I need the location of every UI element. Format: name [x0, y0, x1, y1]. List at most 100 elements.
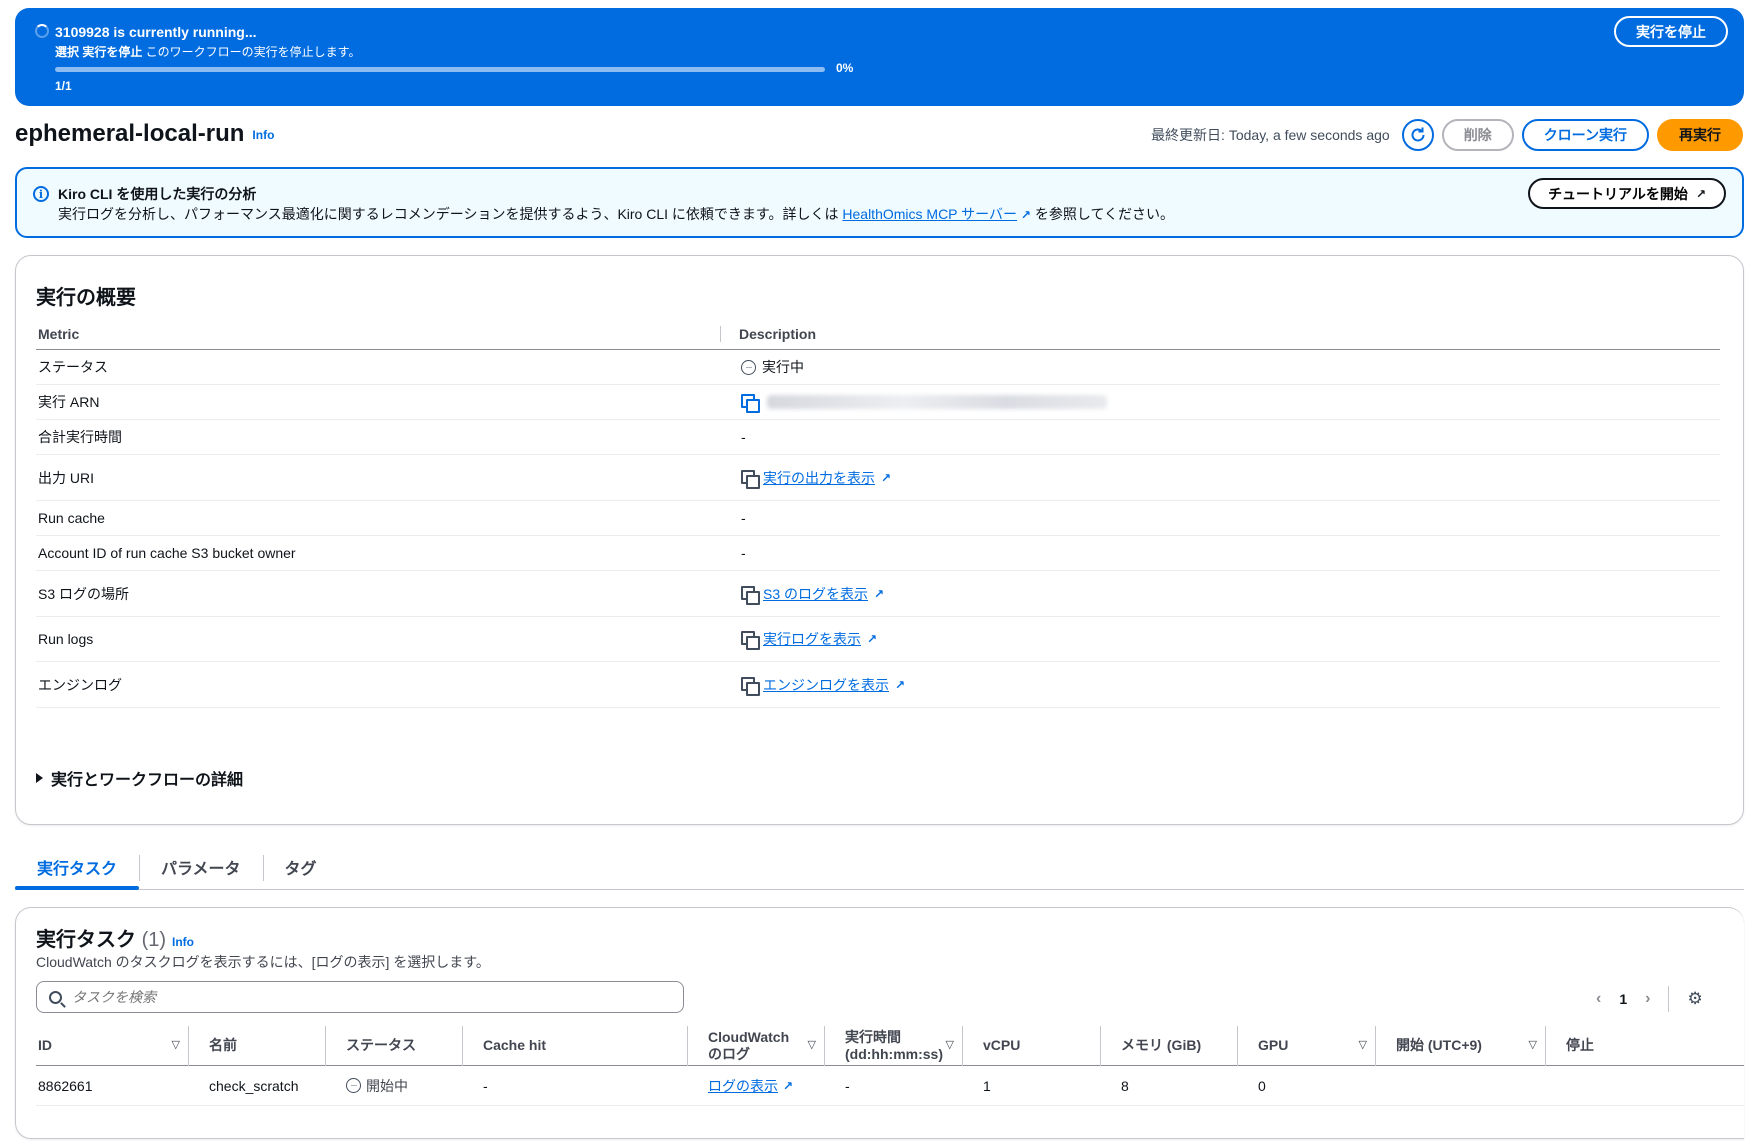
external-link-icon: ↗	[1020, 208, 1031, 222]
page-number[interactable]: 1	[1619, 991, 1627, 1007]
tab-tags[interactable]: タグ	[262, 847, 339, 887]
col-cache-hit: Cache hit	[463, 1025, 688, 1066]
kiro-info-alert: i Kiro CLI を使用した実行の分析 実行ログを分析し、パフォーマンス最適…	[15, 167, 1744, 238]
row-value: 実行の出力を表示 ↗	[741, 468, 891, 489]
expander-label: 実行とワークフローの詳細	[51, 772, 244, 789]
cell-duration: -	[845, 1077, 850, 1094]
row-run-logs: Run logs 実行ログを表示 ↗	[36, 617, 1720, 662]
row-status: ステータス ··· 実行中	[36, 350, 1720, 385]
col-metric: Metric	[36, 325, 721, 342]
gear-icon[interactable]: ⚙	[1687, 989, 1702, 1009]
col-gpu[interactable]: GPU ▽	[1238, 1025, 1376, 1066]
redacted-arn	[767, 395, 1107, 409]
spinner-icon	[35, 24, 49, 38]
alert-title: Kiro CLI を使用した実行の分析	[58, 186, 257, 202]
copy-icon[interactable]	[741, 676, 760, 696]
row-key: 出力 URI	[38, 469, 94, 486]
overview-title: 実行の概要	[36, 287, 136, 309]
refresh-button[interactable]	[1401, 119, 1434, 151]
external-link-icon: ↗	[783, 1078, 794, 1093]
row-value: -	[741, 429, 746, 445]
row-value: -	[741, 510, 746, 526]
external-link-icon: ↗	[867, 632, 878, 646]
progress-bar	[55, 67, 825, 72]
run-overview-container: 実行の概要 Metric Description ステータス ··· 実行中 実行…	[15, 255, 1744, 825]
row-s3-log-location: S3 ログの場所 S3 のログを表示 ↗	[36, 571, 1720, 617]
sort-down-icon: ▽	[171, 1039, 180, 1051]
tasks-table: ID ▽ 名前 ステータス Cache hit CloudWatch のログ ▽ 実…	[36, 1025, 1744, 1106]
row-value: エンジンログを表示 ↗	[741, 675, 905, 696]
row-output-uri: 出力 URI 実行の出力を表示 ↗	[36, 455, 1720, 501]
tab-parameters[interactable]: パラメータ	[139, 847, 263, 887]
sort-down-icon: ▽	[1528, 1039, 1537, 1051]
pending-icon: ···	[346, 1078, 361, 1093]
col-name: 名前	[189, 1025, 326, 1066]
copy-icon[interactable]	[741, 585, 760, 605]
status-text: 実行中	[762, 359, 804, 375]
row-run-arn: 実行 ARN	[36, 385, 1720, 420]
view-run-logs-link[interactable]: 実行ログを表示	[763, 629, 861, 649]
cell-gpu: 0	[1258, 1077, 1266, 1094]
sort-down-icon: ▽	[807, 1039, 816, 1051]
delete-button[interactable]: 削除	[1441, 119, 1514, 151]
copy-icon[interactable]	[741, 631, 760, 650]
refresh-icon	[1411, 127, 1425, 142]
start-tutorial-button[interactable]: チュートリアルを開始 ↗	[1528, 178, 1726, 209]
page-title: ephemeral-local-run Info	[15, 120, 274, 148]
title-info-link[interactable]: Info	[252, 128, 274, 142]
cell-status-text: 開始中	[366, 1077, 408, 1094]
view-engine-logs-link[interactable]: エンジンログを表示	[763, 675, 889, 695]
task-search-input[interactable]	[72, 989, 632, 1005]
row-key: ステータス	[38, 359, 108, 375]
tasks-info-link[interactable]: Info	[172, 935, 194, 949]
run-workflow-details-expander[interactable]: 実行とワークフローの詳細	[36, 766, 243, 790]
cell-vcpu: 1	[983, 1077, 991, 1094]
tab-run-tasks[interactable]: 実行タスク	[15, 847, 140, 890]
cell-name: check_scratch	[209, 1077, 299, 1094]
chevron-right-icon[interactable]: ›	[1645, 990, 1650, 1008]
stop-run-button[interactable]: 実行を停止	[1614, 16, 1728, 47]
overview-header-row: Metric Description	[36, 318, 1720, 350]
row-value: ··· 実行中	[741, 357, 804, 377]
tasks-description: CloudWatch のタスクログを表示するには、[ログの表示] を選択します。	[36, 954, 490, 970]
search-icon	[49, 990, 62, 1004]
col-duration[interactable]: 実行時間 (dd:hh:mm:ss) ▽	[825, 1025, 963, 1066]
col-vcpu: vCPU	[963, 1025, 1101, 1066]
pager-divider	[1668, 986, 1670, 1012]
view-task-logs-link[interactable]: ログの表示	[708, 1076, 778, 1096]
chevron-left-icon[interactable]: ‹	[1596, 990, 1601, 1008]
col-status: ステータス	[326, 1025, 463, 1066]
running-flashbar: 3109928 is currently running... 選択 実行を停止…	[15, 8, 1744, 106]
view-s3-logs-link[interactable]: S3 のログを表示	[763, 584, 868, 604]
rerun-button[interactable]: 再実行	[1657, 119, 1743, 151]
row-value	[741, 394, 1107, 413]
col-id[interactable]: ID ▽	[36, 1025, 189, 1066]
view-output-link[interactable]: 実行の出力を表示	[763, 468, 875, 488]
row-value: S3 のログを表示 ↗	[741, 584, 885, 605]
external-link-icon: ↗	[874, 586, 885, 601]
flash-title: 3109928 is currently running...	[55, 24, 257, 40]
col-cloudwatch-logs[interactable]: CloudWatch のログ ▽	[688, 1025, 825, 1066]
copy-icon[interactable]	[741, 394, 760, 413]
progress-count: 1/1	[55, 79, 72, 93]
clone-run-button[interactable]: クローン実行	[1521, 119, 1649, 151]
col-start-time[interactable]: 開始 (UTC+9) ▽	[1376, 1025, 1546, 1066]
task-search	[36, 981, 684, 1013]
progress-percent: 0%	[836, 61, 854, 75]
col-description: Description	[739, 325, 817, 342]
detail-tabs: 実行タスク パラメータ タグ	[15, 847, 1744, 890]
last-updated-text: 最終更新日: Today, a few seconds ago	[1151, 127, 1390, 143]
row-key: 実行 ARN	[38, 394, 100, 410]
tasks-count: (1)	[141, 929, 167, 951]
mcp-server-link[interactable]: HealthOmics MCP サーバー	[842, 206, 1017, 222]
copy-icon[interactable]	[741, 469, 760, 489]
caret-right-icon	[36, 773, 43, 783]
row-engine-logs: エンジンログ エンジンログを表示 ↗	[36, 662, 1720, 708]
external-link-icon: ↗	[1695, 186, 1706, 201]
row-value: 実行ログを表示 ↗	[741, 629, 878, 650]
info-icon: i	[33, 186, 49, 202]
table-row: 8862661 check_scratch ··· 開始中 - ログの表示 ↗ - …	[36, 1066, 1744, 1106]
cell-id: 8862661	[38, 1077, 93, 1094]
overview-table: Metric Description ステータス ··· 実行中 実行 ARN 合…	[36, 318, 1720, 708]
in-progress-icon: ···	[741, 359, 756, 375]
